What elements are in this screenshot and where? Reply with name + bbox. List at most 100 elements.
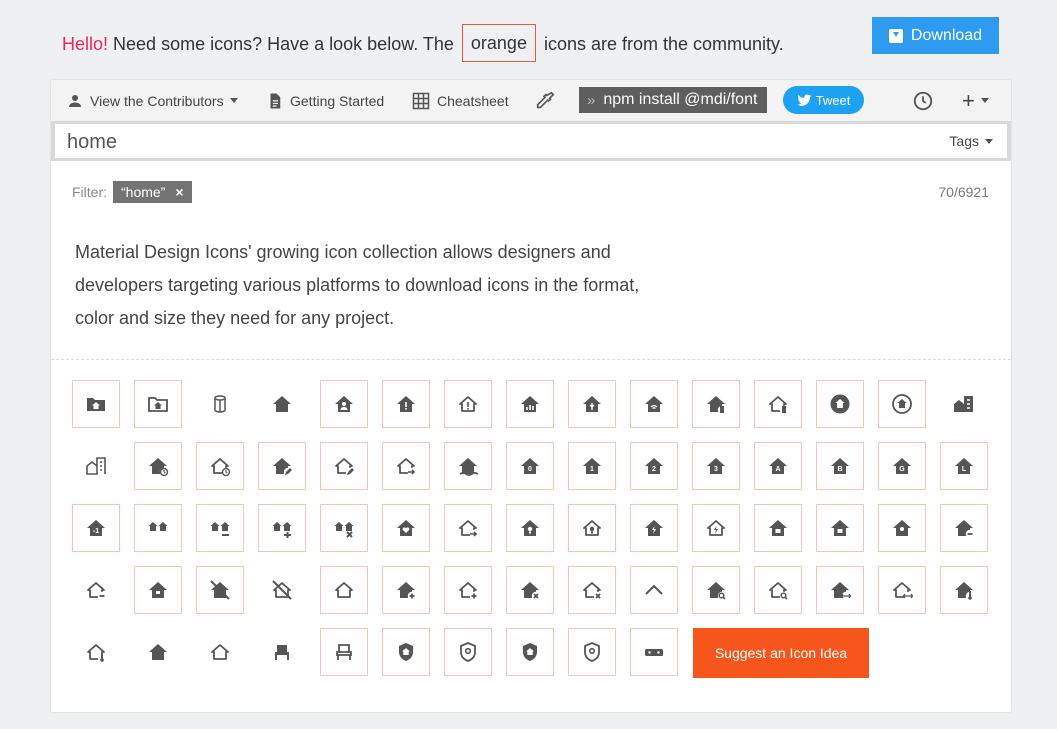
home-floor-0-icon[interactable]: 0 (506, 442, 554, 490)
home-alert-outline-icon-glyph (459, 396, 477, 412)
home-off-outline-icon-glyph (272, 580, 292, 600)
home-circle-outline-icon[interactable] (878, 380, 926, 428)
home-icon[interactable] (258, 380, 306, 428)
home-clock-icon[interactable] (134, 442, 182, 490)
home-alert-outline-icon[interactable] (444, 380, 492, 428)
home-group-remove-icon[interactable] (320, 504, 368, 552)
home-off-outline-icon[interactable] (258, 566, 306, 614)
history-button[interactable] (912, 80, 940, 121)
home-roof-icon[interactable] (630, 566, 678, 614)
home-floor-negative-1-icon[interactable]: -1 (72, 504, 120, 552)
home-search-outline-icon[interactable] (754, 566, 802, 614)
home-plus-outline-icon-glyph (459, 582, 479, 601)
home-thermometer-icon[interactable] (940, 566, 988, 614)
tags-dropdown[interactable]: Tags (949, 124, 993, 158)
home-outline-icon[interactable] (320, 566, 368, 614)
home-battery-outline-icon[interactable] (754, 380, 802, 428)
getting-started-label: Getting Started (290, 92, 385, 109)
home-clock-outline-icon[interactable] (196, 442, 244, 490)
home-account-icon[interactable] (320, 380, 368, 428)
tweet-button[interactable]: Tweet (783, 86, 864, 114)
home-remove-icon[interactable] (506, 566, 554, 614)
home-floor-icon[interactable] (196, 380, 244, 428)
home-floor-a-icon[interactable]: A (754, 442, 802, 490)
filter-bar: Filter: “home” × (72, 181, 192, 203)
home-edit-outline-icon[interactable] (320, 442, 368, 490)
home-map-marker-icon[interactable] (878, 504, 926, 552)
cheatsheet-link[interactable]: Cheatsheet (411, 80, 509, 121)
home-alert-icon[interactable] (382, 380, 430, 428)
folder-home-outline-icon[interactable] (134, 380, 182, 428)
home-city-outline-icon[interactable] (72, 442, 120, 490)
shield-account-outline-icon[interactable] (444, 628, 492, 676)
getting-started-link[interactable]: Getting Started (266, 80, 384, 121)
home-edit-icon[interactable] (258, 442, 306, 490)
contributors-menu[interactable]: View the Contributors (66, 80, 238, 121)
download-button[interactable]: Download (872, 17, 999, 54)
home-thermometer-outline-icon[interactable] (72, 628, 120, 676)
home-lock-open-icon[interactable] (816, 504, 864, 552)
npm-command-text: npm install @mdi/font (603, 91, 758, 108)
shield-account-icon[interactable] (382, 628, 430, 676)
home-lightbulb-icon[interactable] (506, 504, 554, 552)
home-floor-1-icon[interactable]: 1 (568, 442, 616, 490)
search-input[interactable] (65, 124, 869, 160)
home-chair-icon-glyph (275, 645, 289, 660)
home-thermometer-outline-icon-glyph (87, 644, 107, 663)
home-floor-1-icon-glyph: 1 (583, 458, 601, 474)
home-floor-3-icon-glyph: 3 (707, 458, 725, 474)
home-city-icon[interactable] (940, 380, 988, 428)
home-group-minus-icon[interactable] (196, 504, 244, 552)
home-search-icon[interactable] (692, 566, 740, 614)
home-plus-icon[interactable] (382, 566, 430, 614)
close-icon[interactable]: × (175, 184, 183, 200)
add-menu-button[interactable]: + (962, 80, 989, 121)
npm-install-command[interactable]: » npm install @mdi/font (579, 87, 768, 113)
shield-home-outline-icon[interactable] (568, 628, 616, 676)
home-lock-icon[interactable] (754, 504, 802, 552)
home-analytics-icon[interactable] (506, 380, 554, 428)
home-off-icon[interactable] (196, 566, 244, 614)
shield-home-icon[interactable] (506, 628, 554, 676)
svg-text:B: B (837, 466, 842, 473)
folder-home-icon[interactable] (72, 380, 120, 428)
home-switch-icon[interactable] (816, 566, 864, 614)
home-group-plus-icon[interactable] (258, 504, 306, 552)
home-floor-b-icon[interactable]: B (816, 442, 864, 490)
home-floor-3-icon[interactable]: 3 (692, 442, 740, 490)
home-circle-icon[interactable] (816, 380, 864, 428)
home-group-icon-glyph (148, 522, 168, 531)
home-floor-g-icon[interactable]: G (878, 442, 926, 490)
home-lightning-bolt-icon[interactable] (630, 504, 678, 552)
color-picker-button[interactable] (534, 80, 562, 121)
home-chair-icon[interactable] (258, 628, 306, 676)
home-sound-bar-icon[interactable] (630, 628, 678, 676)
home-floor-2-icon[interactable]: 2 (630, 442, 678, 490)
home-assistant-icon[interactable] (568, 380, 616, 428)
home-search-icon-glyph (707, 582, 727, 601)
home-modern-icon[interactable] (134, 566, 182, 614)
suggest-icon-button[interactable]: Suggest an Icon Idea (693, 628, 869, 678)
home-minus-icon[interactable] (940, 504, 988, 552)
home-lightning-bolt-outline-icon[interactable] (692, 504, 740, 552)
home-plus-outline-icon[interactable] (444, 566, 492, 614)
home-remove-outline-icon[interactable] (568, 566, 616, 614)
home-import-outline-icon-glyph (459, 520, 479, 539)
home-import-outline-icon[interactable] (444, 504, 492, 552)
home-lightbulb-outline-icon[interactable] (568, 504, 616, 552)
home-battery-icon[interactable] (692, 380, 740, 428)
home-variant-icon[interactable] (134, 628, 182, 676)
home-lock-icon-glyph (769, 520, 787, 536)
home-flood-icon[interactable] (444, 442, 492, 490)
home-heart-icon[interactable] (382, 504, 430, 552)
home-floor-l-icon[interactable]: L (940, 442, 988, 490)
home-switch-outline-icon[interactable] (878, 566, 926, 614)
home-export-outline-icon[interactable] (382, 442, 430, 490)
home-chair-outline-icon[interactable] (320, 628, 368, 676)
home-variant-outline-icon[interactable] (196, 628, 244, 676)
home-group-icon[interactable] (134, 504, 182, 552)
home-automation-icon[interactable] (630, 380, 678, 428)
home-minus-outline-icon[interactable] (72, 566, 120, 614)
svg-text:-1: -1 (93, 528, 99, 535)
home-alert-icon-glyph (397, 396, 415, 412)
